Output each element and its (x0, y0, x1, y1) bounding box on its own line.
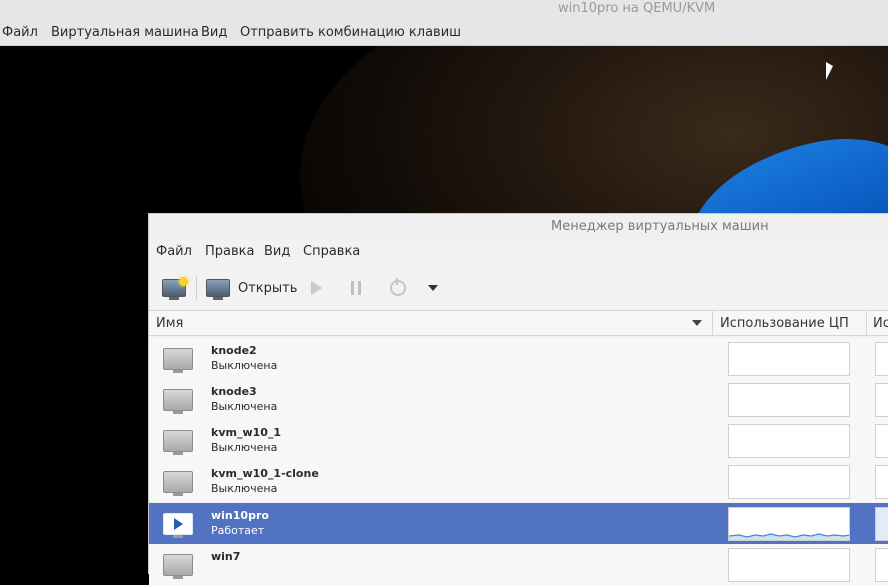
vm-manager-window: Менеджер виртуальных машин Файл Правка В… (148, 213, 888, 585)
power-icon (390, 278, 406, 296)
cpu-usage-graph (728, 465, 850, 499)
vm-name: kvm_w10_1 (211, 426, 282, 439)
cpu-usage-graph (728, 548, 850, 582)
vm-row-win7[interactable]: win7 (149, 544, 888, 585)
vm-name: knode3 (211, 385, 257, 398)
vm-off-icon (163, 430, 193, 455)
usage-graph-2 (875, 342, 888, 376)
usage-graph-2 (875, 424, 888, 458)
vm-name: kvm_w10_1-clone (211, 467, 319, 480)
cpu-sparkline (729, 533, 849, 540)
vm-status: Выключена (211, 482, 278, 495)
viewer-menu-vm[interactable]: Виртуальная машина (51, 25, 199, 40)
vm-name: knode2 (211, 344, 257, 357)
viewer-menubar: Файл Виртуальная машина Вид Отправить ко… (0, 20, 888, 46)
shutdown-menu-button[interactable] (428, 273, 438, 303)
new-vm-button[interactable] (162, 273, 188, 303)
vm-row-kvm-w10-1-clone[interactable]: kvm_w10_1-clone Выключена (149, 461, 888, 502)
usage-graph-2 (875, 548, 888, 582)
vm-list-header: Имя Использование ЦП Ис (149, 310, 888, 336)
vm-off-icon (163, 348, 193, 373)
viewer-title: win10pro на QEMU/KVM (558, 1, 716, 16)
menu-file[interactable]: Файл (156, 244, 192, 259)
vm-running-icon (163, 513, 193, 538)
run-button[interactable] (311, 273, 322, 303)
play-icon (311, 281, 322, 295)
menu-edit[interactable]: Правка (205, 244, 254, 259)
vm-row-kvm-w10-1[interactable]: kvm_w10_1 Выключена (149, 420, 888, 461)
open-button[interactable]: Открыть (206, 273, 297, 303)
cpu-usage-graph (728, 507, 850, 541)
menu-view[interactable]: Вид (264, 244, 290, 259)
vm-status: Выключена (211, 400, 278, 413)
usage-graph-2 (875, 507, 888, 541)
vm-manager-titlebar[interactable]: Менеджер виртуальных машин (149, 214, 888, 240)
vm-status: Выключена (211, 441, 278, 454)
vm-manager-menubar: Файл Правка Вид Справка (149, 240, 888, 264)
viewer-titlebar: win10pro на QEMU/KVM (0, 0, 888, 20)
monitor-icon (206, 279, 230, 300)
vm-row-knode2[interactable]: knode2 Выключена (149, 338, 888, 379)
vm-off-icon (163, 554, 193, 579)
new-vm-icon (162, 277, 188, 300)
vm-status: Работает (211, 524, 265, 537)
usage-graph-2 (875, 465, 888, 499)
column-cpu[interactable]: Использование ЦП (720, 316, 849, 331)
vm-manager-title: Менеджер виртуальных машин (551, 219, 769, 234)
vm-off-icon (163, 389, 193, 414)
cpu-usage-graph (728, 383, 850, 417)
vm-name: win10pro (211, 509, 269, 522)
vm-row-win10pro[interactable]: win10pro Работает (149, 503, 888, 544)
pause-button[interactable] (351, 273, 361, 303)
open-label: Открыть (238, 280, 298, 296)
column-next[interactable]: Ис (873, 316, 888, 331)
vm-off-icon (163, 471, 193, 496)
vm-name: win7 (211, 550, 241, 563)
pause-icon (351, 281, 361, 295)
vm-status: Выключена (211, 359, 278, 372)
menu-help[interactable]: Справка (303, 244, 360, 259)
shutdown-button[interactable] (390, 273, 406, 303)
viewer-menu-view[interactable]: Вид (201, 25, 227, 40)
mouse-cursor-icon (826, 62, 833, 80)
sort-arrow-icon[interactable] (692, 320, 702, 326)
toolbar: Открыть (149, 268, 888, 308)
dropdown-arrow-icon (428, 285, 438, 291)
viewer-menu-send-keys[interactable]: Отправить комбинацию клавиш (240, 25, 461, 40)
toolbar-separator (196, 276, 197, 300)
column-name[interactable]: Имя (156, 316, 183, 331)
viewer-menu-file[interactable]: Файл (2, 25, 38, 40)
usage-graph-2 (875, 383, 888, 417)
cpu-usage-graph (728, 424, 850, 458)
vm-row-knode3[interactable]: knode3 Выключена (149, 379, 888, 420)
cpu-usage-graph (728, 342, 850, 376)
